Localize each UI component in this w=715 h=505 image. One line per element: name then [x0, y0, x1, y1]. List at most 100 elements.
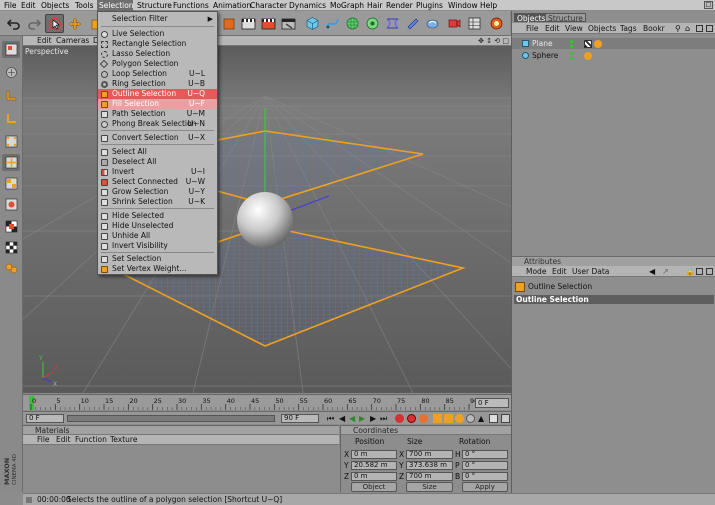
objects-menu-bookmarks[interactable]: Bookr: [643, 23, 665, 34]
coord-rot-b-field[interactable]: 0 °: [462, 472, 508, 481]
menu-help[interactable]: Help: [478, 0, 499, 11]
plane-checker-tag-icon[interactable]: [584, 40, 592, 48]
undo-icon[interactable]: [4, 14, 23, 33]
menu-item-convert-selection[interactable]: Convert Selection U~X: [98, 133, 217, 143]
move-tool-icon[interactable]: [65, 14, 84, 33]
menu-structure[interactable]: Structure: [135, 0, 174, 11]
play-backward-icon[interactable]: ◀: [349, 414, 355, 423]
array-generator-icon[interactable]: [363, 14, 382, 33]
object-name-sphere[interactable]: Sphere: [532, 50, 558, 61]
param-key-icon[interactable]: [466, 414, 475, 423]
menu-item-lasso-selection[interactable]: Lasso Selection: [98, 49, 217, 59]
camera-object-icon[interactable]: [445, 14, 464, 33]
materials-menu-file[interactable]: File: [37, 435, 50, 445]
menu-mograph[interactable]: MoGraph: [328, 0, 366, 11]
rotate-key-icon[interactable]: [455, 414, 464, 423]
play-forward-icon[interactable]: ▶: [359, 414, 365, 423]
menu-item-deselect-all[interactable]: Deselect All: [98, 157, 217, 167]
apply-button[interactable]: Apply: [462, 482, 508, 492]
texture-mode-icon[interactable]: [2, 64, 20, 81]
menu-item-loop-selection[interactable]: Loop Selection U~L: [98, 69, 217, 79]
materials-menu-function[interactable]: Function: [75, 435, 107, 445]
coord-size-x-field[interactable]: 700 m: [406, 450, 453, 459]
menu-item-live-selection[interactable]: Live Selection: [98, 29, 217, 39]
tab-structure[interactable]: Structure: [545, 13, 586, 23]
menu-item-select-connected[interactable]: Select Connected U~W: [98, 177, 217, 187]
subdivision-surface-icon[interactable]: [343, 14, 362, 33]
model-mode-icon[interactable]: [2, 41, 20, 58]
menu-objects[interactable]: Objects: [39, 0, 71, 11]
uv-points-icon[interactable]: [2, 196, 20, 213]
coord-rot-p-field[interactable]: 0 °: [462, 461, 508, 470]
attributes-menu-mode[interactable]: Mode: [526, 266, 546, 277]
menu-render[interactable]: Render: [384, 0, 415, 11]
menu-item-unhide-all[interactable]: Unhide All: [98, 231, 217, 241]
sphere-texture-tag-icon[interactable]: [584, 52, 592, 60]
end-frame-field[interactable]: 90 F: [281, 414, 319, 423]
menu-item-ring-selection[interactable]: Ring Selection U~B: [98, 79, 217, 89]
menu-item-outline-selection[interactable]: Outline Selection U~Q: [98, 89, 217, 99]
record-keyframe-icon[interactable]: [395, 414, 404, 423]
live-selection-tool-icon[interactable]: [45, 14, 64, 33]
checker-polygon-icon[interactable]: [2, 239, 20, 256]
object-name-plane[interactable]: Plane: [532, 38, 553, 49]
plane-texture-tag-icon[interactable]: [594, 40, 602, 48]
viewport-menu-edit[interactable]: Edit: [37, 36, 52, 46]
objects-menu-file[interactable]: File: [526, 23, 539, 34]
coord-pos-y-field[interactable]: 20.582 m: [351, 461, 397, 470]
timeline-ruler[interactable]: 051015202530354045505560657075808590 0 F: [23, 394, 511, 410]
pla-key-icon[interactable]: ▲: [478, 414, 484, 423]
menu-character[interactable]: Character: [248, 0, 289, 11]
viewport-menu-cameras[interactable]: Cameras: [56, 36, 89, 46]
menu-item-selection-filter[interactable]: Selection Filter ▶: [98, 14, 217, 24]
cube-primitive-icon[interactable]: [303, 14, 322, 33]
go-to-end-icon[interactable]: ⏭: [380, 414, 387, 423]
spline-pen-icon[interactable]: [323, 14, 342, 33]
menu-item-fill-selection[interactable]: Fill Selection U~F: [98, 99, 217, 109]
menu-item-set-selection[interactable]: Set Selection: [98, 254, 217, 264]
viewport-navigation-icons[interactable]: ✥ ↕ ⟲ □: [478, 37, 509, 45]
menu-animation[interactable]: Animation: [211, 0, 253, 11]
checker-uv-icon[interactable]: [2, 218, 20, 235]
keyframe-selection-icon[interactable]: [419, 414, 428, 423]
scale-key-icon[interactable]: [444, 414, 453, 423]
timeline-options-icon[interactable]: [501, 414, 510, 423]
menu-selection[interactable]: Selection: [97, 0, 134, 11]
render-settings-icon[interactable]: [279, 14, 298, 33]
timeline-grid-icon[interactable]: [489, 414, 498, 423]
coordinate-system-select[interactable]: Object: [351, 482, 397, 492]
menu-window[interactable]: Window: [446, 0, 480, 11]
layout-icon[interactable]: [465, 14, 484, 33]
menu-dynamics[interactable]: Dynamics: [287, 0, 328, 11]
menu-item-invert-visibility[interactable]: Invert Visibility: [98, 241, 217, 251]
attributes-options-icon[interactable]: [696, 268, 703, 275]
menu-item-hide-unselected[interactable]: Hide Unselected: [98, 221, 217, 231]
menu-hair[interactable]: Hair: [365, 0, 384, 11]
sculpt-icon[interactable]: [2, 260, 20, 277]
axis-mode-icon[interactable]: [2, 110, 20, 127]
attributes-menu-edit[interactable]: Edit: [552, 266, 567, 277]
sphere-object[interactable]: [237, 192, 293, 248]
size-mode-select[interactable]: Size: [406, 482, 453, 492]
points-mode-icon[interactable]: [2, 133, 20, 150]
home-icon[interactable]: ⌂: [685, 24, 690, 33]
window-restore-button[interactable]: □: [704, 1, 713, 9]
menu-plugins[interactable]: Plugins: [414, 0, 445, 11]
objects-menu-tags[interactable]: Tags: [620, 23, 637, 34]
plane-visibility-dots-icon[interactable]: [570, 40, 573, 48]
coord-size-z-field[interactable]: 700 m: [406, 472, 453, 481]
step-back-icon[interactable]: ◀: [339, 414, 345, 423]
start-frame-field[interactable]: 0 F: [26, 414, 64, 423]
panel-options-icon[interactable]: [696, 25, 703, 32]
go-to-start-icon[interactable]: ⏮: [327, 414, 334, 423]
menu-item-grow-selection[interactable]: Grow Selection U~Y: [98, 187, 217, 197]
render-region-icon[interactable]: [219, 14, 238, 33]
menu-item-polygon-selection[interactable]: Polygon Selection: [98, 59, 217, 69]
render-view-icon[interactable]: [239, 14, 258, 33]
scene-object-icon[interactable]: [403, 14, 422, 33]
menu-item-phong-break-selection[interactable]: Phong Break Selection U~N: [98, 119, 217, 129]
menu-item-shrink-selection[interactable]: Shrink Selection U~K: [98, 197, 217, 207]
edges-mode-icon[interactable]: [2, 154, 20, 171]
step-forward-icon[interactable]: ▶: [370, 414, 376, 423]
menu-item-set-vertex-weight[interactable]: Set Vertex Weight...: [98, 264, 217, 274]
